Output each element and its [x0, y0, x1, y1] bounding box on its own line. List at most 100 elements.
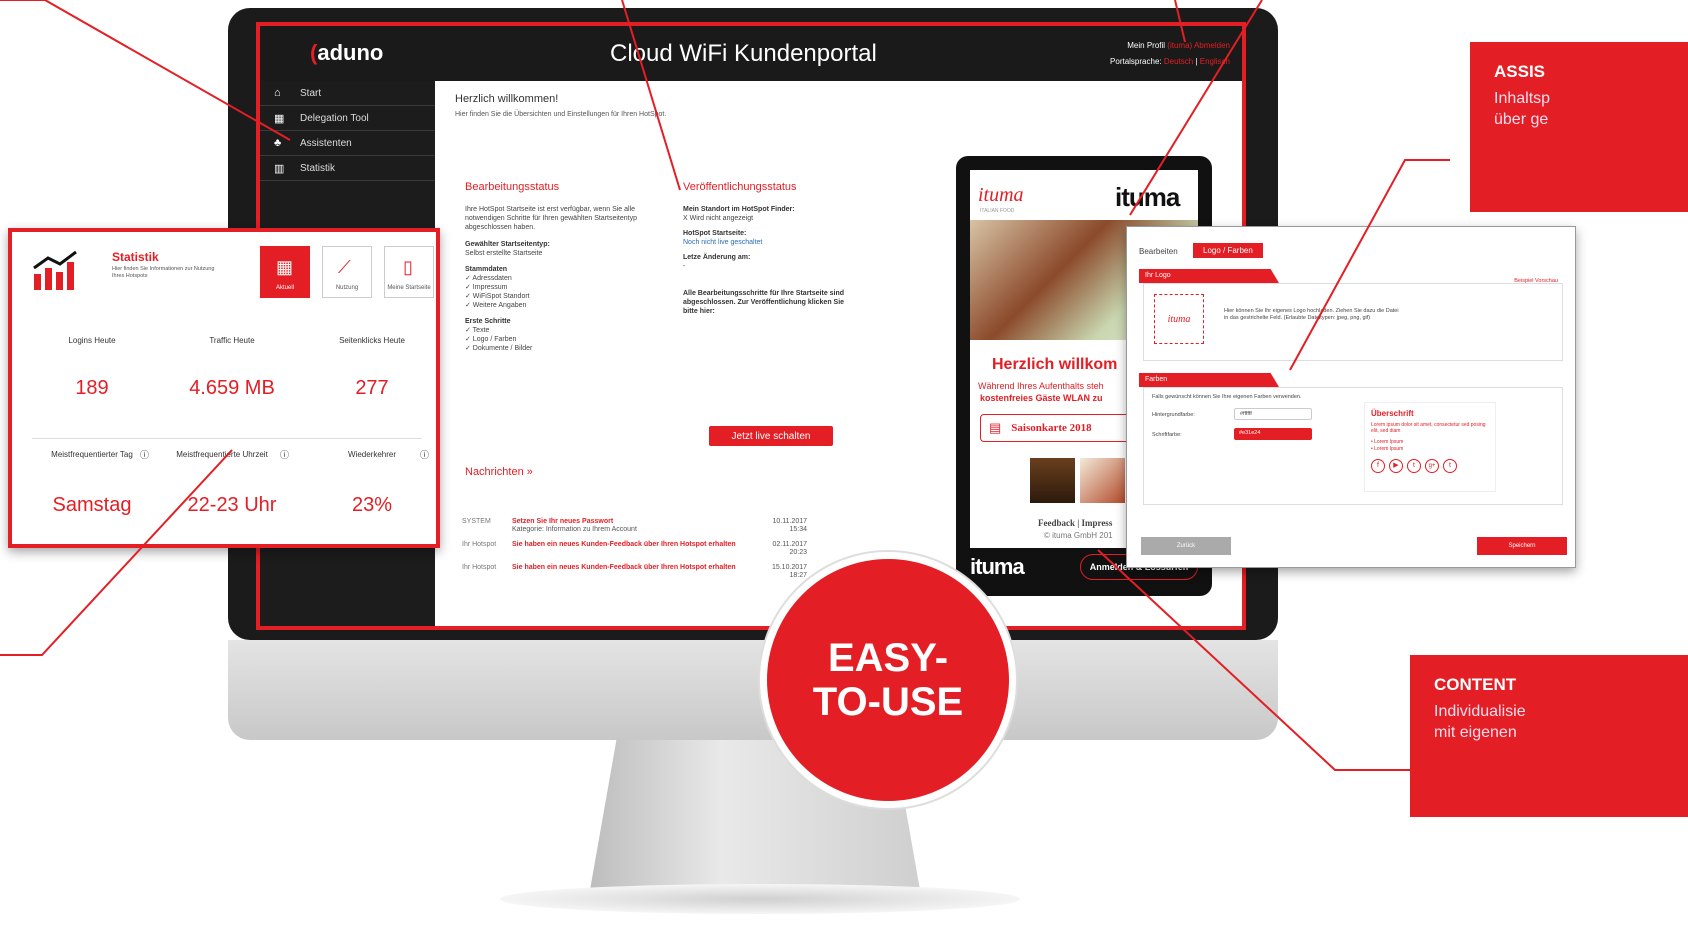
news-time: 18:27	[789, 572, 807, 579]
news-subject: Sie haben ein neues Kunden-Feedback über…	[512, 564, 736, 571]
tablet-footer-links[interactable]: Feedback | Impress	[1038, 518, 1112, 528]
chart-icon: ▥	[274, 162, 285, 175]
finder-label: Mein Standort im HotSpot Finder:	[683, 206, 795, 213]
news-title[interactable]: Nachrichten »	[465, 466, 795, 478]
sidebar-item-label: Statistik	[300, 162, 336, 174]
check-item: ✓ WiFiSpot Standort	[465, 293, 530, 300]
done-text: Alle Bearbeitungsschritte für Ihre Start…	[683, 290, 845, 315]
info-icon[interactable]: ⓘ	[420, 448, 429, 461]
stat-label: Wiederkehrer	[347, 450, 396, 459]
tablet-script-sub: ITALIAN FOOD	[980, 208, 1015, 214]
profile-menu: Mein Profil (ituma) Abmelden Portalsprac…	[1110, 41, 1230, 66]
check-item: ✓ Texte	[465, 327, 490, 334]
stat-label: Meistfrequentierte Uhrzeit	[176, 450, 268, 459]
preview-link[interactable]: Beispiel Vorschau	[1514, 278, 1558, 284]
colors-section-header: Farben	[1139, 373, 1279, 387]
logo-dropzone[interactable]: ituma	[1154, 294, 1204, 344]
language-label: Portalsprache:	[1110, 57, 1162, 66]
callout-text: mit eigenen	[1434, 724, 1517, 741]
info-icon[interactable]: ⓘ	[280, 448, 289, 461]
facebook-icon: f	[1371, 459, 1385, 473]
gallery-thumb[interactable]	[1080, 458, 1125, 503]
sidebar-item-start[interactable]: ⌂ Start	[260, 81, 435, 106]
logout-link[interactable]: Abmelden	[1194, 41, 1230, 50]
stat-label: Traffic Heute	[209, 336, 255, 345]
document-icon: ▤	[989, 420, 1002, 435]
stat-label: Logins Heute	[68, 336, 116, 345]
info-icon[interactable]: ⓘ	[140, 448, 149, 461]
social-icons: f ▶ t g+ t	[1371, 459, 1457, 473]
finder-value: X Wird nicht angezeigt	[683, 215, 754, 222]
news-date: 10.11.2017	[772, 518, 807, 525]
stat-value: 4.659 MB	[189, 377, 275, 399]
tablet-line1: Während Ihres Aufenthalts steh	[978, 381, 1104, 391]
stat-value: 189	[75, 377, 109, 399]
font-color-input[interactable]: #e31e24	[1234, 428, 1312, 440]
tab-logo-colors[interactable]: Logo / Farben	[1193, 243, 1263, 258]
check-item: ✓ Weitere Angaben	[465, 302, 527, 309]
stats-subtitle: Hier finden Sie Informationen zur Nutzun…	[112, 266, 215, 279]
publish-status-section: Veröffentlichungsstatus Mein Standort im…	[683, 181, 853, 316]
gallery-thumb[interactable]	[1030, 458, 1075, 503]
intro-text: Hier finden Sie die Übersichten und Eins…	[455, 111, 667, 118]
colors-section: Falls gewünscht können Sie Ihre eigenen …	[1143, 387, 1563, 505]
sidebar-item-statistik[interactable]: ▥ Statistik	[260, 156, 435, 181]
stats-tab-current[interactable]: ▦ Aktuell	[260, 246, 310, 298]
colors-hint: Falls gewünscht können Sie Ihre eigenen …	[1152, 394, 1302, 400]
line-chart-icon: ⟋	[338, 257, 351, 277]
callout-text: über ge	[1494, 111, 1549, 128]
aduno-logo: (aduno	[310, 40, 384, 65]
stat-label: Meistfrequentierter Tag	[51, 450, 133, 459]
preview-bullet: • Lorem Ipsum	[1371, 439, 1404, 445]
news-row[interactable]: Ihr Hotspot Sie haben ein neues Kunden-F…	[462, 564, 807, 580]
sidebar-item-delegation[interactable]: ▦ Delegation Tool	[260, 106, 435, 131]
news-row[interactable]: SYSTEM Setzen Sie Ihr neues Passwort Kate…	[462, 518, 807, 534]
news-detail: Kategorie: Information zu Ihrem Account	[512, 526, 637, 533]
sidebar-item-assistenten[interactable]: ♣ Assistenten	[260, 131, 435, 156]
grid-icon: ▦	[274, 112, 285, 125]
lang-de-link[interactable]: Deutsch	[1164, 57, 1193, 66]
news-date: 15.10.2017	[771, 564, 807, 571]
bg-color-label: Hintergrundfarbe:	[1152, 412, 1195, 418]
check-item: ✓ Adressdaten	[465, 275, 512, 282]
go-live-button[interactable]: Jetzt live schalten	[709, 426, 833, 446]
tab-edit[interactable]: Bearbeiten	[1139, 247, 1178, 256]
monitor-foot	[500, 884, 1020, 914]
news-time: 20:23	[789, 549, 807, 556]
trend-chart-icon	[32, 250, 80, 290]
callout-text: Individualisie	[1434, 703, 1526, 720]
easy-to-use-badge: EASY- TO-USE	[760, 552, 1016, 808]
edit-status-text: Ihre HotSpot Startseite ist erst verfügb…	[465, 206, 637, 231]
news-row[interactable]: Ihr Hotspot Sie haben ein neues Kunden-F…	[462, 541, 807, 557]
check-item: ✓ Impressum	[465, 284, 508, 291]
content-callout: CONTENT Individualisie mit eigenen	[1410, 655, 1688, 817]
stats-tab-usage[interactable]: ⟋ Nutzung	[322, 246, 372, 298]
edit-status-title: Bearbeitungsstatus	[465, 181, 560, 193]
save-button[interactable]: Speichern	[1477, 537, 1567, 555]
stat-label: Seitenklicks Heute	[339, 336, 405, 345]
callout-text: Inhaltsp	[1494, 90, 1551, 107]
monitor-chin	[228, 640, 1278, 740]
bg-color-input[interactable]: #ffffff	[1234, 408, 1312, 420]
stat-value: Samstag	[52, 494, 132, 516]
news-time: 15:34	[789, 526, 807, 533]
home-icon: ⌂	[274, 87, 281, 99]
change-value: -	[683, 263, 686, 270]
back-button[interactable]: Zurück	[1141, 537, 1231, 555]
type-label: Gewählter Startseitentyp:	[465, 241, 550, 248]
stat-value: 277	[355, 377, 389, 399]
tablet-footer-logo: ituma	[970, 554, 1025, 579]
font-color-label: Schriftfarbe:	[1152, 432, 1182, 438]
news-subject: Sie haben ein neues Kunden-Feedback über…	[512, 541, 736, 548]
type-value: Selbst erstellte Startseite	[465, 250, 543, 257]
first-steps-label: Erste Schritte	[465, 318, 511, 325]
profile-link[interactable]: Mein Profil	[1127, 41, 1165, 50]
edit-status-section: Bearbeitungsstatus Ihre HotSpot Startsei…	[465, 181, 645, 353]
stats-tab-startpage[interactable]: ▯ Meine Startseite	[384, 246, 434, 298]
profile-user: (ituma)	[1167, 41, 1193, 50]
youtube-icon: ▶	[1389, 459, 1403, 473]
lang-en-link[interactable]: Englisch	[1200, 57, 1230, 66]
tablet-brand-logo: ituma	[1115, 182, 1180, 212]
callout-title: CONTENT	[1434, 675, 1517, 694]
sidebar-item-label: Assistenten	[300, 137, 352, 149]
